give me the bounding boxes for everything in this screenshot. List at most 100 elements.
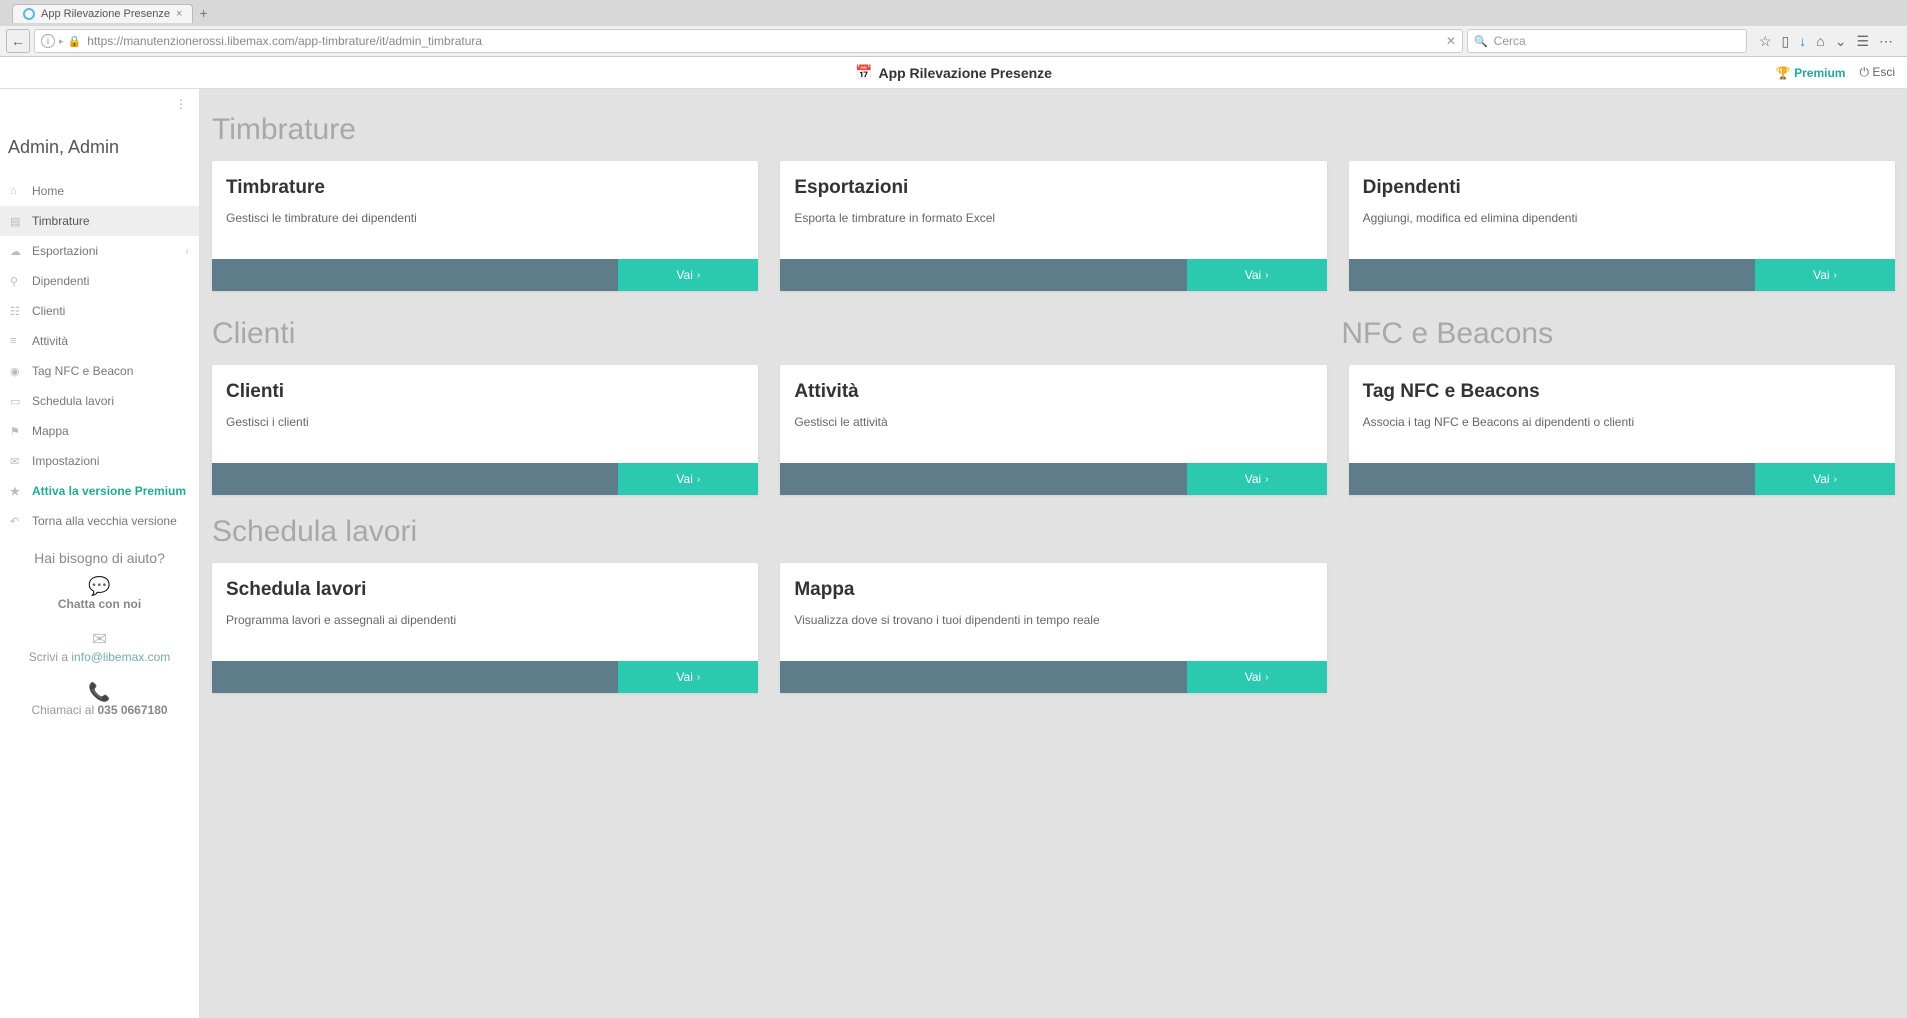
card-footer: Vai › [780,259,1326,291]
nav-icon: ↶ [10,515,24,528]
info-icon[interactable]: i [41,34,55,48]
nav-label: Mappa [32,424,69,438]
nav-label: Timbrature [32,214,90,228]
nav-label: Attività [32,334,68,348]
section-title-clienti: Clienti [212,317,1319,351]
home-icon[interactable]: ⌂ [1816,33,1824,50]
sidebar-item-11[interactable]: ↶ Torna alla vecchia versione [0,506,199,536]
sidebar-item-3[interactable]: ⚲Dipendenti [0,266,199,296]
nav-icon: ⌂ [10,185,24,197]
card-footer: Vai› [212,463,758,495]
email-link[interactable]: info@libemax.com [71,650,170,664]
card-clienti: Clienti Gestisci i clienti Vai› [212,365,758,495]
calendar-icon: 📅 [855,64,872,81]
card-schedula: Schedula lavori Programma lavori e asseg… [212,563,758,693]
card-footer: Vai› [780,661,1326,693]
nav-icon: ◉ [10,365,24,378]
sidebar-nav: ⌂Home▤Timbrature ☁ Esportazioni ‹ ⚲Dipendent… [0,176,199,536]
chevron-right-icon: › [1834,270,1837,281]
card-title: Clienti [226,381,744,403]
sidebar-item-2[interactable]: ☁ Esportazioni ‹ [0,236,199,266]
browser-tab[interactable]: App Rilevazione Presenze × [12,4,193,23]
download-icon[interactable]: ↓ [1799,33,1806,50]
sidebar-item-4[interactable]: ☷Clienti [0,296,199,326]
vai-button[interactable]: Vai› [618,463,758,495]
url-bar[interactable]: i ▸ 🔒 https://manutenzionerossi.libemax.… [34,29,1463,53]
sidebar-item-1[interactable]: ▤Timbrature [0,206,199,236]
sidebar-item-9[interactable]: ✉ Impostazioni [0,446,199,476]
help-title: Hai bisogno di aiuto? [6,550,193,566]
chevron-right-icon: › [697,672,700,683]
nav-label: Clienti [32,304,65,318]
section-title-timbrature: Timbrature [212,113,1895,147]
lock-icon: 🔒 [68,35,82,48]
trophy-icon: 🏆 [1776,66,1791,80]
sidebar-item-7[interactable]: ▭Schedula lavori [0,386,199,416]
exit-button[interactable]: ⏻ Esci [1859,65,1895,80]
sidebar-username: Admin, Admin [0,119,199,176]
card-desc: Associa i tag NFC e Beacons ai dipendent… [1363,415,1881,429]
favicon-icon [23,8,35,20]
card-title: Esportazioni [794,177,1312,199]
nav-label: Impostazioni [32,454,99,468]
card-desc: Gestisci le attività [794,415,1312,429]
vai-button[interactable]: Vai› [618,661,758,693]
search-icon: 🔍 [1474,35,1488,48]
search-bar[interactable]: 🔍 Cerca [1467,29,1747,53]
card-footer: Vai› [212,661,758,693]
section-title-schedula: Schedula lavori [212,515,1895,549]
card-timbrature-1: Esportazioni Esporta le timbrature in fo… [780,161,1326,291]
nav-icon: ⚑ [10,425,24,438]
vai-button[interactable]: Vai › [1187,259,1327,291]
app-title: 📅 App Rilevazione Presenze [855,64,1052,81]
chevron-right-icon: › [1265,672,1268,683]
chevron-right-icon: › [1265,474,1268,485]
menu-icon[interactable]: ☰ [1856,33,1869,50]
chat-link[interactable]: Chatta con noi [6,597,193,611]
sidebar-menu-icon[interactable]: ⋮ [0,89,199,119]
phone-line: Chiamaci al 035 0667180 [6,703,193,717]
card-footer: Vai› [780,463,1326,495]
power-icon: ⏻ [1859,65,1869,79]
library-icon[interactable]: ▯ [1782,33,1790,50]
card-title: Timbrature [226,177,744,199]
pocket-icon[interactable]: ⌄ [1835,33,1847,50]
vai-button[interactable]: Vai› [1755,463,1895,495]
nav-icon: ✉ [10,455,24,468]
card-desc: Gestisci le timbrature dei dipendenti [226,211,744,225]
vai-button[interactable]: Vai › [1755,259,1895,291]
section-title-nfc: NFC e Beacons [1341,317,1895,351]
card-timbrature-0: Timbrature Gestisci le timbrature dei di… [212,161,758,291]
card-timbrature-2: Dipendenti Aggiungi, modifica ed elimina… [1349,161,1895,291]
card-desc: Aggiungi, modifica ed elimina dipendenti [1363,211,1881,225]
new-tab-button[interactable]: + [199,5,207,21]
sidebar-item-8[interactable]: ⚑ Mappa [0,416,199,446]
nav-label: Torna alla vecchia versione [32,514,177,528]
nav-label: Esportazioni [32,244,98,258]
chevron-right-icon: › [1265,270,1268,281]
chevron-left-icon: ‹ [186,246,189,257]
clear-url-icon[interactable]: ✕ [1446,34,1456,48]
card-desc: Gestisci i clienti [226,415,744,429]
premium-link[interactable]: 🏆 Premium [1776,66,1846,80]
chevron-right-icon: › [697,270,700,281]
sidebar-help: Hai bisogno di aiuto? 💬 Chatta con noi ✉… [0,536,199,749]
sidebar-item-6[interactable]: ◉Tag NFC e Beacon [0,356,199,386]
sidebar-item-5[interactable]: ≡Attività [0,326,199,356]
close-tab-icon[interactable]: × [176,8,182,20]
dropdown-icon[interactable]: ▸ [59,36,64,47]
nav-icon: ☁ [10,245,24,258]
vai-button[interactable]: Vai › [618,259,758,291]
sidebar-item-10[interactable]: ★Attiva la versione Premium [0,476,199,506]
search-placeholder: Cerca [1494,34,1526,48]
tab-title: App Rilevazione Presenze [41,8,170,20]
bookmark-icon[interactable]: ☆ [1759,33,1772,50]
nav-icon: ⚲ [10,275,24,288]
more-icon[interactable]: ⋯ [1879,33,1893,50]
back-button[interactable]: ← [6,29,30,53]
main-content: Timbrature Timbrature Gestisci le timbra… [200,89,1907,1018]
vai-button[interactable]: Vai› [1187,661,1327,693]
toolbar-icons: ☆ ▯ ↓ ⌂ ⌄ ☰ ⋯ [1751,33,1901,50]
vai-button[interactable]: Vai› [1187,463,1327,495]
sidebar-item-0[interactable]: ⌂Home [0,176,199,206]
